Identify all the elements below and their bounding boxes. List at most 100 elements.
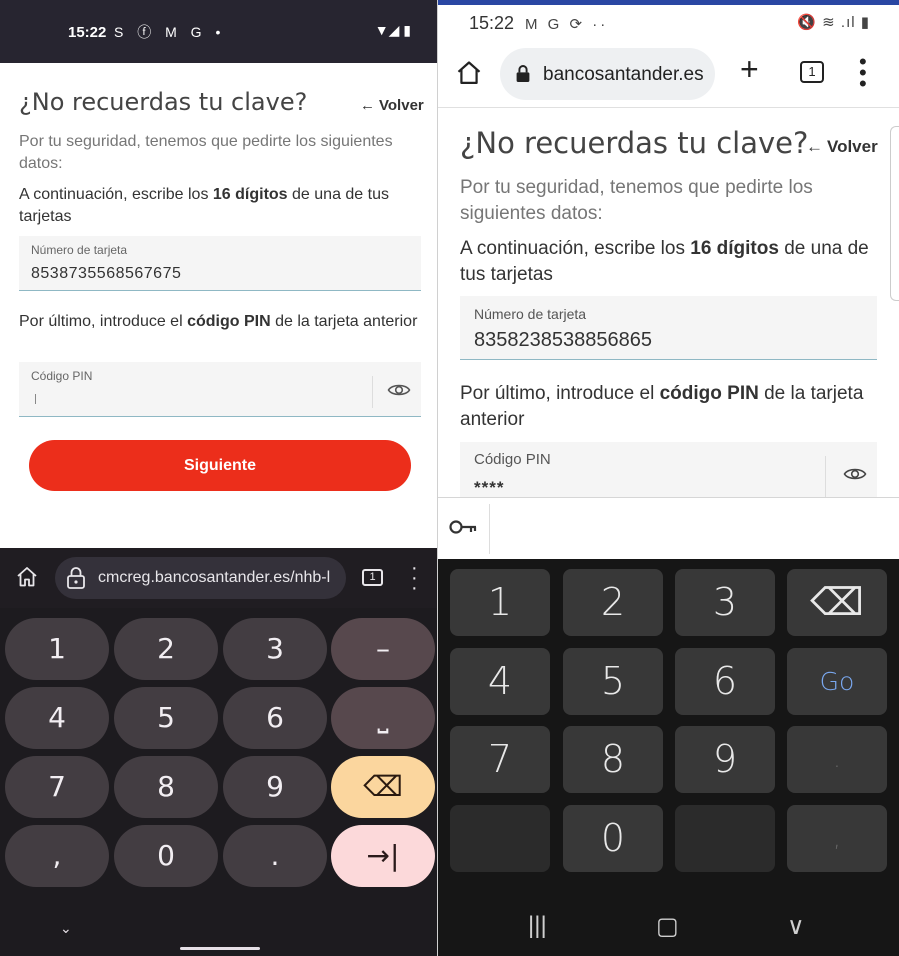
- show-pin-eye-icon[interactable]: [387, 378, 411, 407]
- pin-divider: [372, 376, 373, 408]
- home-button[interactable]: ▢: [656, 912, 679, 941]
- status-time: 15:22: [469, 13, 515, 33]
- step2-text: Por último, introduce el código PIN de l…: [19, 311, 419, 333]
- status-bar: 15:22 M G ⟳ ·· 🔇 ≋ .ıl ▮: [438, 5, 899, 43]
- key-4[interactable]: 4: [450, 648, 550, 715]
- pin-divider: [825, 456, 826, 497]
- step1-bold: 16 dígitos: [212, 186, 288, 203]
- back-label: Volver: [379, 97, 424, 114]
- pin-field[interactable]: Código PIN: [19, 362, 421, 417]
- comma-key[interactable]: ,: [5, 825, 109, 887]
- comma-key[interactable]: ,: [787, 805, 887, 872]
- minus-key[interactable]: –: [331, 618, 435, 680]
- notification-icons: M G ⟳ ··: [525, 16, 609, 33]
- password-key-icon[interactable]: [448, 517, 478, 542]
- back-link[interactable]: ← Volver: [806, 137, 878, 157]
- tab-switcher-button[interactable]: 1: [362, 569, 383, 586]
- page-title: ¿No recuerdas tu clave?: [460, 126, 809, 160]
- notification-icons: S ⓕ M G •: [114, 24, 226, 40]
- card-number-value[interactable]: 8358238538856865: [474, 329, 652, 352]
- back-arrow-icon: ←: [360, 97, 375, 114]
- address-bar[interactable]: bancosantander.es: [500, 48, 715, 100]
- more-menu-icon[interactable]: • • •: [859, 51, 867, 95]
- key-0[interactable]: 0: [114, 825, 218, 887]
- back-arrow-icon: ←: [806, 137, 823, 156]
- key-2[interactable]: 2: [114, 618, 218, 680]
- period-key[interactable]: .: [787, 726, 887, 793]
- card-number-value[interactable]: 8538735568567675: [31, 265, 181, 283]
- key-1[interactable]: 1: [450, 569, 550, 636]
- back-link[interactable]: ← Volver: [360, 97, 424, 114]
- next-field-key[interactable]: →|: [331, 825, 435, 887]
- card-number-field[interactable]: Número de tarjeta 8358238538856865: [460, 296, 877, 360]
- pin-field[interactable]: Código PIN ****: [460, 442, 877, 497]
- keyboard-accessory-bar: [438, 497, 899, 559]
- step2-bold: código PIN: [187, 313, 271, 330]
- status-bar: 15:22 S ⓕ M G • ▼◢ ▮: [0, 0, 437, 63]
- key-0[interactable]: 0: [563, 805, 663, 872]
- key-8[interactable]: 8: [563, 726, 663, 793]
- step2-text: Por último, introduce el código PIN de l…: [460, 381, 880, 433]
- step1-text: A continuación, escribe los 16 dígitos d…: [19, 184, 419, 228]
- key-1[interactable]: 1: [5, 618, 109, 680]
- scroll-indicator[interactable]: [890, 126, 899, 301]
- key-7[interactable]: 7: [450, 726, 550, 793]
- card-number-label: Número de tarjeta: [31, 243, 128, 257]
- pin-label: Código PIN: [474, 451, 551, 468]
- key-7[interactable]: 7: [5, 756, 109, 818]
- lock-icon: [66, 566, 86, 595]
- accessory-divider: [489, 504, 490, 554]
- backspace-key[interactable]: ⌫: [787, 569, 887, 636]
- tab-switcher-button[interactable]: 1: [800, 61, 824, 83]
- system-icons: ▼◢ ▮: [374, 22, 411, 38]
- pin-value[interactable]: ****: [474, 478, 504, 497]
- pin-label: Código PIN: [31, 369, 93, 383]
- recent-apps-button[interactable]: |||: [528, 912, 547, 940]
- key-9[interactable]: 9: [223, 756, 327, 818]
- period-key[interactable]: .: [223, 825, 327, 887]
- back-button[interactable]: ∨: [787, 912, 805, 941]
- more-menu-icon[interactable]: · · ·: [411, 558, 418, 598]
- key-3[interactable]: 3: [223, 618, 327, 680]
- browser-bottom-bar: cmcreg.bancosantander.es/nhb-l 1 · · ·: [0, 548, 437, 608]
- backspace-key[interactable]: ⌫: [331, 756, 435, 818]
- system-icons: 🔇 ≋ .ıl ▮: [797, 14, 870, 31]
- home-icon[interactable]: [15, 565, 39, 594]
- key-9[interactable]: 9: [675, 726, 775, 793]
- key-5[interactable]: 5: [563, 648, 663, 715]
- step1-text: A continuación, escribe los 16 dígitos d…: [460, 236, 880, 288]
- key-6[interactable]: 6: [223, 687, 327, 749]
- blank-key[interactable]: [675, 805, 775, 872]
- space-key[interactable]: ⎵: [331, 687, 435, 749]
- go-key[interactable]: Go: [787, 648, 887, 715]
- intro-text: Por tu seguridad, tenemos que pedirte lo…: [460, 177, 813, 224]
- card-number-field[interactable]: Número de tarjeta 8538735568567675: [19, 236, 421, 291]
- page-title: ¿No recuerdas tu clave?: [19, 88, 308, 116]
- step2-pre: Por último, introduce el: [460, 383, 660, 404]
- key-2[interactable]: 2: [563, 569, 663, 636]
- collapse-keyboard-icon[interactable]: ⌄: [60, 920, 72, 937]
- address-bar[interactable]: cmcreg.bancosantander.es/nhb-l: [55, 557, 346, 599]
- key-8[interactable]: 8: [114, 756, 218, 818]
- right-phone-screen: 15:22 M G ⟳ ·· 🔇 ≋ .ıl ▮ bancosantander.…: [437, 0, 899, 956]
- blank-key[interactable]: [450, 805, 550, 872]
- submit-button[interactable]: Siguiente: [29, 440, 411, 491]
- key-3[interactable]: 3: [675, 569, 775, 636]
- key-5[interactable]: 5: [114, 687, 218, 749]
- new-tab-icon[interactable]: +: [740, 53, 759, 85]
- intro-text: Por tu seguridad, tenemos que pedirte lo…: [19, 133, 393, 172]
- key-6[interactable]: 6: [675, 648, 775, 715]
- address-url: cmcreg.bancosantander.es/nhb-l: [98, 569, 331, 586]
- step1-pre: A continuación, escribe los: [460, 238, 691, 259]
- key-4[interactable]: 4: [5, 687, 109, 749]
- home-icon[interactable]: [455, 59, 483, 92]
- gesture-nav-bar[interactable]: [180, 947, 260, 950]
- step1-pre: A continuación, escribe los: [19, 186, 213, 203]
- text-cursor: [35, 394, 36, 404]
- step2-bold: código PIN: [659, 383, 759, 404]
- back-label: Volver: [827, 137, 878, 156]
- numeric-keyboard: 1 2 3– 4 5 6 ⎵ 7 8 9 ⌫, 0. →|: [0, 608, 437, 956]
- lock-icon: [515, 64, 531, 89]
- show-pin-eye-icon[interactable]: [841, 462, 869, 491]
- system-nav-bar: ||| ▢ ∨: [438, 900, 899, 956]
